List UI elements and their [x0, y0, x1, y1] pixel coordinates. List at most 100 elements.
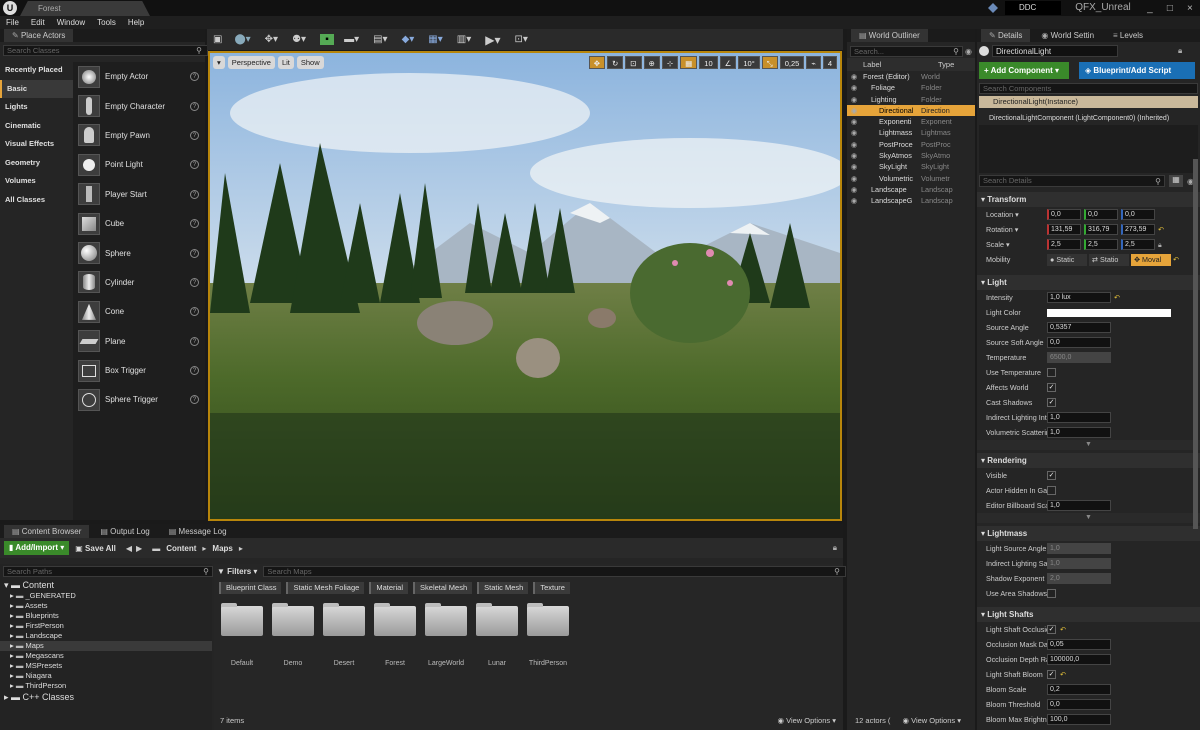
bmb-field[interactable]: 100,0: [1047, 714, 1111, 725]
tree-folder-item[interactable]: ▸ ▬ Megascans: [0, 651, 212, 661]
tree-folder-item[interactable]: ▸ ▬ ThirdPerson: [0, 681, 212, 691]
forward-icon[interactable]: ▶: [136, 544, 142, 553]
visible-checkbox[interactable]: ✓: [1047, 471, 1056, 480]
bt-field[interactable]: 0,0: [1047, 699, 1111, 710]
help-icon[interactable]: ?: [190, 219, 199, 229]
help-icon[interactable]: ?: [190, 277, 199, 287]
category-visual-effects[interactable]: Visual Effects: [0, 135, 73, 154]
help-icon[interactable]: ?: [190, 72, 199, 82]
reset-icon[interactable]: ↶: [1060, 625, 1066, 634]
actor-item[interactable]: Sphere?: [73, 238, 205, 267]
tab-levels[interactable]: ≡ Levels: [1105, 29, 1151, 42]
cast-shadows-checkbox[interactable]: ✓: [1047, 398, 1056, 407]
search-classes-input[interactable]: Search Classes: [3, 45, 209, 56]
mobility-movable[interactable]: ✥ Moval: [1131, 253, 1171, 266]
tab-content-browser[interactable]: ▤ Content Browser: [4, 524, 90, 538]
visibility-eye-icon[interactable]: ◉: [847, 150, 861, 161]
visibility-eye-icon[interactable]: ◉: [847, 139, 861, 150]
reset-icon[interactable]: ↶: [1158, 225, 1164, 234]
category-lights[interactable]: Lights: [0, 98, 73, 117]
actor-name-input[interactable]: DirectionalLight: [992, 45, 1118, 57]
menu-tools[interactable]: Tools: [97, 18, 116, 27]
help-icon[interactable]: ?: [190, 366, 199, 376]
outliner-row[interactable]: ◉ Lightmass Lightmas: [847, 127, 975, 138]
temperature-field[interactable]: 6500,0: [1047, 352, 1111, 363]
view-options-button[interactable]: ◉ View Options ▾: [777, 716, 836, 725]
menu-window[interactable]: Window: [57, 18, 85, 27]
section-transform[interactable]: ▾ Transform: [977, 192, 1200, 207]
ils-field[interactable]: 1,0: [1047, 558, 1111, 569]
scale-snap-value[interactable]: 0,25: [779, 56, 805, 69]
outliner-row[interactable]: ◉ SkyAtmos SkyAtmo: [847, 150, 975, 161]
occ-checkbox[interactable]: ✓: [1047, 625, 1056, 634]
affects-world-checkbox[interactable]: ✓: [1047, 383, 1056, 392]
outliner-row[interactable]: ◉ Lighting Folder: [847, 94, 975, 105]
view-options-button[interactable]: ◉ View Options ▾: [902, 716, 961, 725]
visibility-eye-icon[interactable]: ◉: [847, 184, 861, 195]
filters-button[interactable]: ▼ Filters ▾: [217, 567, 257, 576]
location-y[interactable]: 0,0: [1084, 209, 1118, 220]
search-paths-input[interactable]: Search Paths: [3, 566, 214, 577]
scale-mode-icon[interactable]: ⊡: [625, 56, 642, 69]
reset-icon[interactable]: ↶: [1173, 255, 1179, 264]
lit-button[interactable]: Lit: [277, 56, 294, 69]
help-icon[interactable]: ?: [190, 130, 199, 140]
intensity-field[interactable]: 1,0 lux: [1047, 292, 1111, 303]
hidden-checkbox[interactable]: [1047, 486, 1056, 495]
light-color-swatch[interactable]: [1047, 308, 1171, 317]
menu-file[interactable]: File: [6, 18, 19, 27]
tree-folder-item[interactable]: ▸ ▬ _GENERATED: [0, 591, 212, 601]
rotate-mode-icon[interactable]: ↻: [607, 56, 624, 69]
tree-folder-item[interactable]: ▸ ▬ Maps: [0, 641, 212, 651]
outliner-row[interactable]: ◉ SkyLight SkyLight: [847, 161, 975, 172]
mobility-static[interactable]: ● Static: [1047, 253, 1087, 266]
build-icon[interactable]: ▥▾: [457, 34, 471, 45]
launch-icon[interactable]: ⊡▾: [514, 34, 527, 45]
location-z[interactable]: 0,0: [1121, 209, 1155, 220]
scale-snap-icon[interactable]: ⤡: [761, 56, 778, 69]
expand-arrow-icon[interactable]: ▸: [10, 641, 14, 650]
tree-folder-item[interactable]: ▸ ▬ Landscape: [0, 631, 212, 641]
search-maps-input[interactable]: Search Maps: [263, 566, 847, 577]
outliner-row[interactable]: ◉ Forest (Editor) World: [847, 71, 975, 82]
lock-icon[interactable]: 🔒︎: [1178, 46, 1182, 56]
scale-y[interactable]: 2,5: [1084, 239, 1118, 250]
source-soft-field[interactable]: 0,0: [1047, 337, 1111, 348]
filter-chip[interactable]: Material: [369, 582, 409, 594]
menu-edit[interactable]: Edit: [31, 18, 45, 27]
ddc-indicator[interactable]: DDC: [1005, 1, 1061, 15]
use-temperature-checkbox[interactable]: [1047, 368, 1056, 377]
marketplace-icon[interactable]: ▬▾: [344, 34, 359, 45]
maximize-button[interactable]: □: [1167, 3, 1173, 14]
lock-icon[interactable]: 🔒︎: [1158, 240, 1162, 250]
instance-row[interactable]: DirectionalLight(Instance): [979, 96, 1198, 108]
tab-message-log[interactable]: ▤ Message Log: [161, 525, 235, 538]
outliner-row[interactable]: ◉ Volumetric Volumetr: [847, 173, 975, 184]
outliner-row[interactable]: ◉ PostProce PostProc: [847, 139, 975, 150]
visibility-eye-icon[interactable]: ◉: [847, 105, 861, 116]
map-tab[interactable]: Forest: [20, 1, 150, 16]
actor-item[interactable]: Point Light?: [73, 150, 205, 179]
outliner-row[interactable]: ◉ Foliage Folder: [847, 82, 975, 93]
column-label[interactable]: Label: [863, 60, 938, 69]
search-components-input[interactable]: Search Components: [979, 83, 1198, 94]
bloom-checkbox[interactable]: ✓: [1047, 670, 1056, 679]
omd-field[interactable]: 0,05: [1047, 639, 1111, 650]
expand-arrow-icon[interactable]: ▸: [10, 591, 14, 600]
asset-folder[interactable]: Forest: [373, 603, 417, 667]
help-icon[interactable]: ?: [190, 395, 199, 405]
volumetric-field[interactable]: 1,0: [1047, 427, 1111, 438]
visibility-eye-icon[interactable]: ◉: [847, 195, 861, 206]
visibility-eye-icon[interactable]: ◉: [847, 161, 861, 172]
scale-x[interactable]: 2,5: [1047, 239, 1081, 250]
tree-cpp-classes[interactable]: ▸ ▬ C++ Classes: [0, 691, 212, 703]
blueprint-add-script-button[interactable]: ◈ Blueprint/Add Script: [1079, 62, 1195, 79]
location-x[interactable]: 0,0: [1047, 209, 1081, 220]
category-recently-placed[interactable]: Recently Placed: [0, 61, 73, 80]
visibility-eye-icon[interactable]: ◉: [847, 116, 861, 127]
source-control-icon[interactable]: [988, 3, 998, 13]
actor-item[interactable]: Sphere Trigger?: [73, 385, 205, 414]
add-component-button[interactable]: + Add Component ▾: [979, 62, 1069, 79]
tab-details[interactable]: ✎ Details: [981, 29, 1031, 42]
rotation-snap-icon[interactable]: ∠: [719, 56, 737, 69]
